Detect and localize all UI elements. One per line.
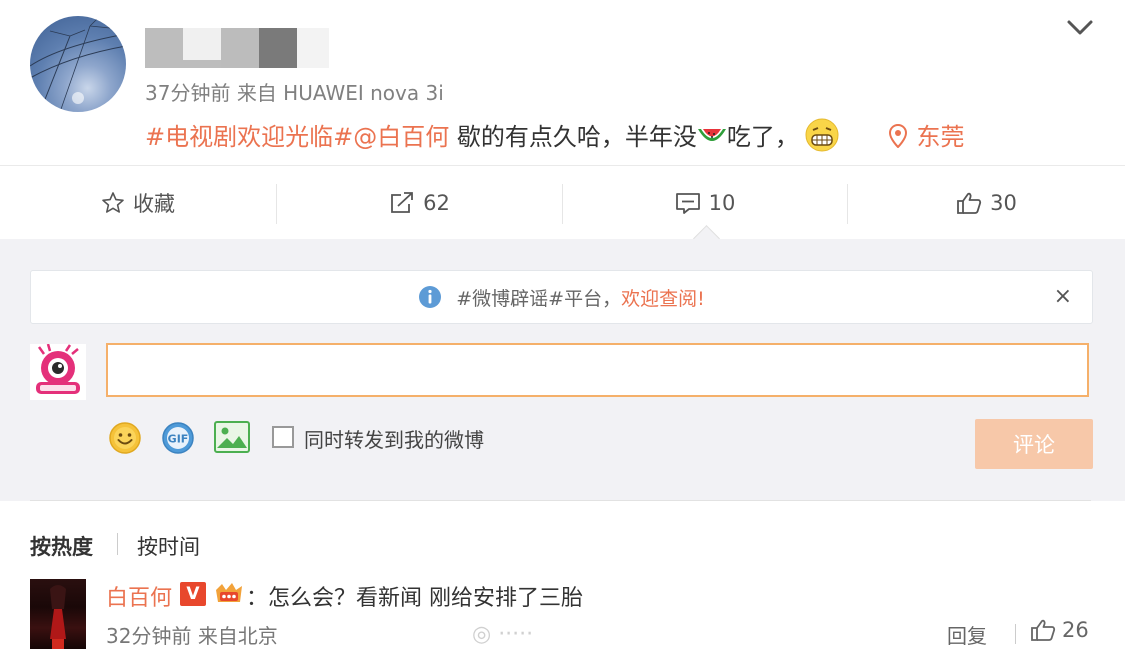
comment-text: ：怎么会？看新闻 刚给安排了三胎 — [246, 586, 583, 611]
repost-count: 62 — [423, 190, 450, 215]
section-divider — [30, 500, 1091, 501]
watermark-overlay: ◎ ····· — [472, 622, 534, 647]
notice-link[interactable]: 欢迎查阅! — [621, 284, 705, 311]
repost-checkbox[interactable] — [272, 426, 294, 448]
thumbs-up-icon — [957, 192, 982, 214]
favorite-button[interactable]: 收藏 — [0, 166, 276, 239]
post-from-label: 来自 — [236, 81, 277, 105]
post-device[interactable]: HUAWEI nova 3i — [283, 81, 444, 105]
repost-button[interactable]: 62 — [277, 166, 562, 239]
comment-icon — [675, 192, 700, 214]
like-button[interactable]: 30 — [848, 166, 1125, 239]
commenter-name[interactable]: 白百何 — [106, 580, 172, 612]
reply-button[interactable]: 回复 — [947, 620, 987, 649]
post-content: #电视剧欢迎光临#@白百何 歇的有点久哈，半年没 吃了， 东莞 — [145, 117, 965, 155]
rumor-notice-banner: #微博辟谣#平台， 欢迎查阅! × — [30, 270, 1093, 324]
comment-like-button[interactable]: 26 — [1030, 618, 1089, 642]
grin-emoji-icon — [805, 118, 839, 152]
thumbs-up-icon — [1031, 619, 1056, 641]
post-time: 37分钟前 — [145, 81, 231, 105]
gif-icon[interactable]: GIF — [161, 421, 195, 455]
comment-count: 10 — [708, 190, 736, 215]
vip-member-icon[interactable] — [212, 580, 246, 608]
post-text-part1: 歇的有点久哈，半年没 — [456, 123, 697, 151]
favorite-label: 收藏 — [133, 191, 175, 216]
current-user-avatar[interactable] — [30, 343, 86, 400]
repost-checkbox-label[interactable]: 同时转发到我的微博 — [304, 424, 484, 453]
notice-text: #微博辟谣#平台， — [456, 287, 622, 310]
close-icon[interactable]: × — [1054, 284, 1072, 309]
author-name-redacted[interactable] — [145, 28, 345, 68]
svg-text:GIF: GIF — [168, 433, 189, 446]
location-pin-icon — [888, 124, 907, 148]
post-meta: 37分钟前 来自 HUAWEI nova 3i — [145, 77, 444, 106]
submit-comment-button[interactable]: 评论 — [975, 419, 1093, 469]
watermelon-emoji-icon — [697, 129, 726, 141]
comment-meta: 32分钟前 来自北京 — [106, 620, 278, 649]
like-count: 30 — [990, 190, 1017, 215]
verified-badge: V — [180, 582, 206, 606]
star-icon — [102, 191, 124, 213]
repost-icon — [391, 191, 414, 213]
chevron-down-icon[interactable] — [1065, 14, 1095, 40]
author-avatar[interactable] — [30, 16, 126, 112]
location-link[interactable]: 东莞 — [917, 123, 965, 151]
comment-input[interactable] — [106, 343, 1089, 397]
image-upload-icon[interactable] — [214, 421, 250, 453]
comment-action-divider — [1015, 624, 1016, 644]
comment-like-count: 26 — [1062, 618, 1089, 642]
mention-link[interactable]: @白百何 — [353, 123, 449, 151]
comment-from: 来自北京 — [197, 624, 278, 648]
emoji-picker-icon[interactable] — [108, 421, 142, 455]
post-text-part2: 吃了， — [726, 123, 799, 151]
sort-divider — [117, 533, 118, 555]
sort-by-hot-tab[interactable]: 按热度 — [30, 531, 93, 561]
info-icon — [419, 286, 442, 308]
post-action-bar: 收藏 62 10 30 — [0, 165, 1125, 240]
comment-time: 32分钟前 — [106, 624, 192, 648]
sort-by-time-tab[interactable]: 按时间 — [137, 531, 200, 561]
hashtag-link[interactable]: #电视剧欢迎光临# — [145, 123, 353, 151]
